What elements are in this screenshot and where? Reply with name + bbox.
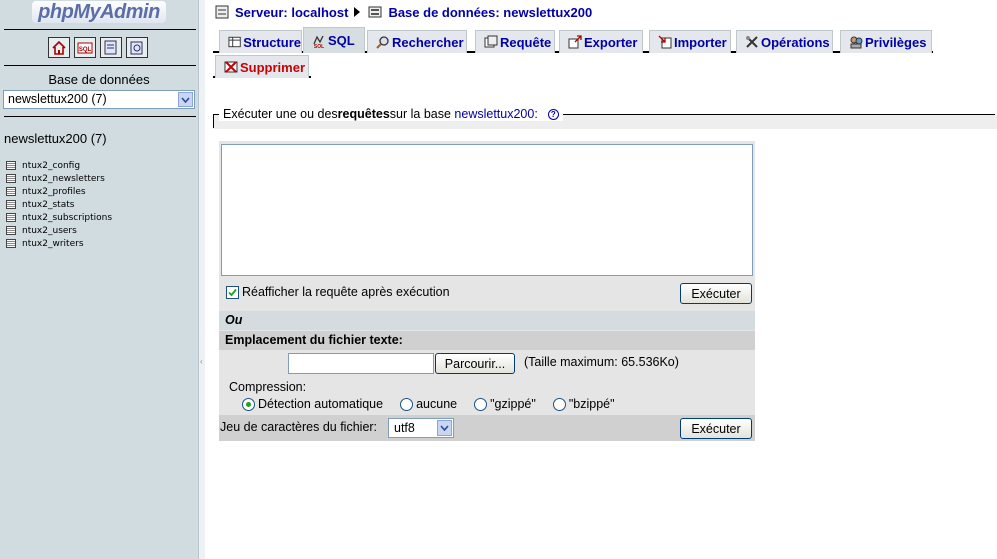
radio[interactable]	[474, 397, 488, 411]
reshow-checkbox[interactable]	[226, 285, 239, 299]
triangle-right-icon	[354, 7, 361, 17]
database-label: Base de données	[48, 72, 150, 87]
tab-structure[interactable]: Structure	[219, 30, 302, 53]
quick-icons-bar: SQL	[48, 37, 152, 59]
svg-text:SQL: SQL	[314, 44, 324, 48]
divider	[4, 65, 196, 66]
frame-resize-handle[interactable]: ‹	[198, 0, 205, 559]
table-item[interactable]: ntux2_writers	[6, 237, 112, 250]
tab-bar: Structure SQL SQL Rechercher Requête Exp…	[213, 27, 933, 53]
left-navigation-frame: phpMyAdmin SQL Base de données newslettu…	[0, 0, 198, 559]
max-size-text: (Taille maximum: 65.536Ko)	[524, 355, 679, 369]
search-icon	[376, 36, 389, 49]
breadcrumb-server-link[interactable]: Serveur: localhost	[235, 5, 348, 20]
svg-text:SQL: SQL	[79, 47, 92, 53]
execute-import-button[interactable]: Exécuter	[680, 418, 752, 439]
radio-selected[interactable]	[242, 397, 255, 411]
query-legend: Exécuter une ou des requêtes sur la base…	[219, 107, 563, 121]
compression-gzip-option[interactable]: "gzippé"	[474, 397, 536, 411]
compression-options: Détection automatique aucune "gzippé" "b…	[242, 397, 632, 411]
table-item[interactable]: ntux2_newsletters	[6, 172, 112, 185]
table-item[interactable]: ntux2_users	[6, 224, 112, 237]
grip-icon[interactable]: ‹	[200, 357, 203, 366]
charset-select[interactable]: utf8	[388, 418, 454, 438]
tab-export[interactable]: Exporter	[559, 30, 643, 53]
compression-auto-option[interactable]: Détection automatique	[242, 397, 383, 411]
file-location-header: Emplacement du fichier texte:	[219, 331, 755, 350]
sql-icon: SQL	[313, 35, 324, 48]
checkmark-icon	[228, 288, 237, 296]
tab-privileges[interactable]: Privilèges	[840, 30, 932, 53]
current-database-link[interactable]: newslettux200 (7)	[4, 131, 107, 146]
tab-query[interactable]: Requête	[475, 30, 555, 53]
legend-database-link[interactable]: newslettux200:	[454, 107, 537, 121]
database-select[interactable]: newslettux200 (7)	[3, 90, 195, 109]
execute-query-button[interactable]: Exécuter	[680, 283, 752, 304]
home-icon[interactable]	[48, 37, 70, 58]
table-item[interactable]: ntux2_stats	[6, 198, 112, 211]
table-icon[interactable]	[6, 213, 16, 222]
table-item[interactable]: ntux2_subscriptions	[6, 211, 112, 224]
divider	[4, 29, 196, 30]
table-icon[interactable]	[6, 226, 16, 235]
privileges-icon	[850, 36, 863, 49]
chevron-down-icon[interactable]	[437, 420, 452, 436]
fieldset-border	[213, 114, 214, 128]
tab-operations[interactable]: Opérations	[736, 30, 833, 53]
divider	[4, 116, 196, 117]
query-icon	[484, 35, 498, 48]
file-path-input[interactable]	[288, 353, 434, 374]
table-icon[interactable]	[6, 200, 16, 209]
table-item[interactable]: ntux2_config	[6, 159, 112, 172]
server-icon	[215, 5, 229, 19]
sql-query-textarea[interactable]	[221, 144, 753, 276]
radio[interactable]	[552, 397, 566, 411]
compression-none-option[interactable]: aucune	[400, 397, 457, 411]
breadcrumb-database-link[interactable]: Base de données: newslettux200	[388, 5, 592, 20]
tab-bar-second-row: Supprimer	[213, 55, 311, 78]
compression-label: Compression:	[229, 380, 307, 394]
structure-icon	[228, 36, 241, 48]
export-icon	[568, 35, 582, 49]
table-icon[interactable]	[6, 174, 16, 183]
drop-icon	[224, 61, 238, 73]
browse-button[interactable]: Parcourir...	[435, 353, 515, 374]
or-separator: Ou	[219, 311, 755, 330]
radio[interactable]	[400, 397, 414, 411]
table-icon[interactable]	[6, 161, 16, 170]
table-icon[interactable]	[6, 239, 16, 248]
database-icon	[368, 6, 382, 18]
tab-search[interactable]: Rechercher	[367, 30, 467, 53]
docs-icon[interactable]	[126, 37, 148, 58]
tab-drop[interactable]: Supprimer	[215, 55, 309, 78]
help-icon[interactable]: ?	[547, 108, 559, 120]
sql-icon[interactable]: SQL	[74, 37, 96, 58]
table-icon[interactable]	[6, 187, 16, 196]
tab-import[interactable]: Importer	[649, 30, 731, 53]
operations-icon	[746, 36, 758, 48]
query-window-icon[interactable]	[100, 37, 122, 58]
charset-label: Jeu de caractères du fichier:	[220, 420, 378, 434]
table-item[interactable]: ntux2_profiles	[6, 185, 112, 198]
reshow-query-checkbox-row[interactable]: Réafficher la requête après exécution	[226, 285, 450, 299]
phpmyadmin-logo[interactable]: phpMyAdmin	[0, 0, 198, 26]
import-icon	[658, 35, 672, 49]
chevron-down-icon[interactable]	[178, 92, 193, 107]
tab-sql[interactable]: SQL SQL	[303, 27, 365, 53]
table-list: ntux2_config ntux2_newsletters ntux2_pro…	[6, 159, 112, 250]
breadcrumb: Serveur: localhost Base de données: news…	[215, 4, 592, 20]
compression-bzip-option[interactable]: "bzippé"	[552, 397, 615, 411]
